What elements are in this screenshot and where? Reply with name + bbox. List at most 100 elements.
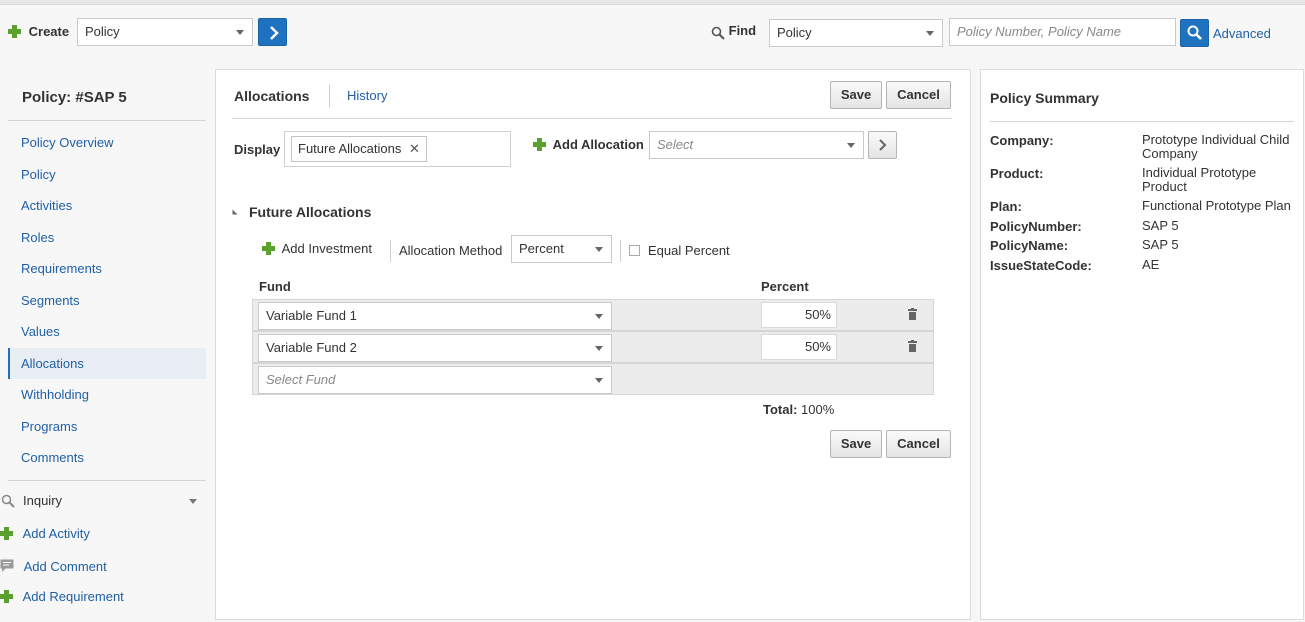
fund-value: Variable Fund 1 <box>266 308 357 323</box>
create-label: Create <box>28 24 70 39</box>
sidebar-item-activities[interactable]: Activities <box>21 198 72 213</box>
cancel-button[interactable]: Cancel <box>886 81 951 109</box>
inquiry-toggle[interactable]: Inquiry <box>0 492 206 512</box>
create-type-select[interactable]: Policy <box>77 18 253 46</box>
chevron-right-icon <box>270 26 279 40</box>
sidebar-item-allocations[interactable]: Allocations <box>21 356 84 371</box>
tab-allocations[interactable]: Allocations <box>234 88 309 104</box>
percent-input[interactable]: 50% <box>761 334 837 360</box>
advanced-link[interactable]: Advanced <box>1213 26 1271 41</box>
summary-value: SAP 5 <box>1142 218 1179 233</box>
tab-divider <box>329 84 330 108</box>
create-go-button[interactable] <box>258 18 287 46</box>
plus-icon <box>0 590 13 603</box>
search-icon <box>1 494 15 508</box>
sidebar-item-policy[interactable]: Policy <box>21 167 56 182</box>
create-type-value: Policy <box>85 24 120 39</box>
add-comment-link[interactable]: Add Comment <box>0 559 107 574</box>
cancel-button-bottom[interactable]: Cancel <box>886 430 951 458</box>
summary-value: Individual Prototype Product <box>1142 165 1257 194</box>
plus-icon <box>8 25 21 38</box>
summary-key: Product: <box>990 166 1044 181</box>
fund-value: Variable Fund 2 <box>266 340 357 355</box>
divider <box>8 120 206 121</box>
comment-icon <box>0 559 14 572</box>
add-allocation-go-button[interactable] <box>868 131 897 159</box>
sidebar-item-comments[interactable]: Comments <box>21 450 84 465</box>
chevron-down-icon <box>847 143 855 148</box>
search-icon <box>1187 25 1202 40</box>
search-input[interactable]: Policy Number, Policy Name <box>949 18 1176 46</box>
save-button-bottom[interactable]: Save <box>830 430 882 458</box>
inquiry-label: Inquiry <box>23 493 63 508</box>
search-icon <box>711 26 725 40</box>
chevron-down-icon <box>236 30 244 35</box>
summary-value: AE <box>1142 257 1160 272</box>
sidebar-item-policy-overview[interactable]: Policy Overview <box>21 135 113 150</box>
add-allocation-label: Add Allocation <box>552 137 644 152</box>
add-activity-label: Add Activity <box>22 526 90 541</box>
display-token-label: Future Allocations <box>298 141 402 156</box>
collapse-triangle-icon[interactable] <box>232 209 243 215</box>
select-fund-select[interactable]: Select Fund <box>258 366 612 394</box>
add-investment-button[interactable]: Add Investment <box>262 241 372 258</box>
find-type-select[interactable]: Policy <box>769 19 943 47</box>
divider <box>990 121 1294 122</box>
chevron-down-icon <box>595 346 603 351</box>
sidebar-item-requirements[interactable]: Requirements <box>21 261 102 276</box>
add-requirement-label: Add Requirement <box>22 589 124 604</box>
sidebar-item-programs[interactable]: Programs <box>21 419 77 434</box>
add-requirement-link[interactable]: Add Requirement <box>0 589 124 606</box>
add-activity-link[interactable]: Add Activity <box>0 526 90 543</box>
section-title: Future Allocations <box>249 204 372 220</box>
chevron-down-icon <box>595 247 603 252</box>
allocation-method-label: Allocation Method <box>399 243 503 258</box>
trash-icon[interactable] <box>908 340 917 352</box>
tab-history[interactable]: History <box>347 88 387 103</box>
add-allocation-button[interactable]: Add Allocation <box>533 137 644 154</box>
trash-icon[interactable] <box>908 308 917 320</box>
toolbar-divider <box>620 240 621 262</box>
total-label: Total: <box>763 402 798 417</box>
select-fund-placeholder: Select Fund <box>266 372 336 387</box>
create-button[interactable]: Create <box>8 24 70 41</box>
sidebar-item-segments[interactable]: Segments <box>21 293 80 308</box>
add-allocation-select[interactable]: Select <box>649 131 864 159</box>
search-button[interactable] <box>1180 19 1209 47</box>
display-token-field[interactable]: Future Allocations ✕ <box>284 131 511 167</box>
chevron-down-icon <box>595 314 603 319</box>
summary-value: Prototype Individual Child Company <box>1142 132 1290 161</box>
add-allocation-placeholder: Select <box>657 137 694 152</box>
sidebar-item-roles[interactable]: Roles <box>21 230 54 245</box>
add-investment-label: Add Investment <box>281 241 372 256</box>
summary-key: Company: <box>990 133 1054 148</box>
plus-icon <box>0 527 13 540</box>
total-value: 100% <box>801 402 835 417</box>
divider <box>8 480 206 481</box>
summary-value: Functional Prototype Plan <box>1142 198 1291 213</box>
summary-key: Plan: <box>990 199 1022 214</box>
sidebar-item-values[interactable]: Values <box>21 324 60 339</box>
search-placeholder: Policy Number, Policy Name <box>957 24 1121 39</box>
find-type-value: Policy <box>777 25 812 40</box>
plus-icon <box>262 242 275 255</box>
chevron-down-icon <box>189 499 197 504</box>
percent-input[interactable]: 50% <box>761 302 837 328</box>
equal-percent-checkbox[interactable] <box>629 245 640 256</box>
fund-select[interactable]: Variable Fund 1 <box>258 302 612 330</box>
toolbar-divider <box>390 240 391 262</box>
close-icon[interactable]: ✕ <box>409 141 420 156</box>
top-strip <box>0 0 1305 5</box>
percent-column-header: Percent <box>761 279 809 294</box>
sidebar-item-withholding[interactable]: Withholding <box>21 387 89 402</box>
save-button[interactable]: Save <box>830 81 882 109</box>
fund-select[interactable]: Variable Fund 2 <box>258 334 612 362</box>
chevron-down-icon <box>595 378 603 383</box>
summary-key: PolicyName: <box>990 238 1069 253</box>
summary-value: SAP 5 <box>1142 237 1179 252</box>
summary-key: PolicyNumber: <box>990 219 1082 234</box>
allocation-method-select[interactable]: Percent <box>511 235 612 263</box>
equal-percent-label: Equal Percent <box>648 243 730 258</box>
policy-title: Policy: #SAP 5 <box>22 89 127 106</box>
total: Total: 100% <box>763 402 834 417</box>
